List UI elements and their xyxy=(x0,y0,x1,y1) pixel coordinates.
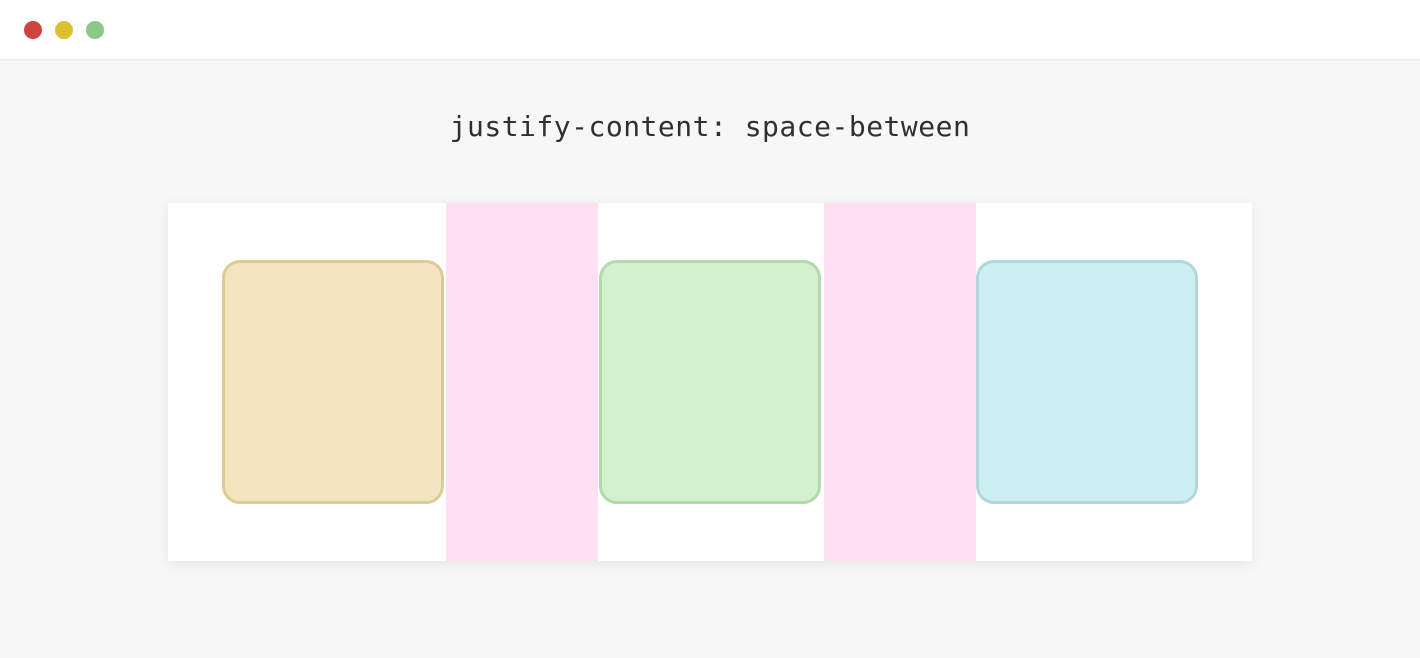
page-title: justify-content: space-between xyxy=(0,110,1420,143)
minimize-icon[interactable] xyxy=(55,21,73,39)
flex-item-3 xyxy=(976,260,1198,504)
close-icon[interactable] xyxy=(24,21,42,39)
window-titlebar xyxy=(0,0,1420,60)
zoom-icon[interactable] xyxy=(86,21,104,39)
flex-item-2 xyxy=(599,260,821,504)
flex-demo-card xyxy=(168,203,1252,561)
flex-container xyxy=(168,203,1252,561)
flex-item-1 xyxy=(222,260,444,504)
